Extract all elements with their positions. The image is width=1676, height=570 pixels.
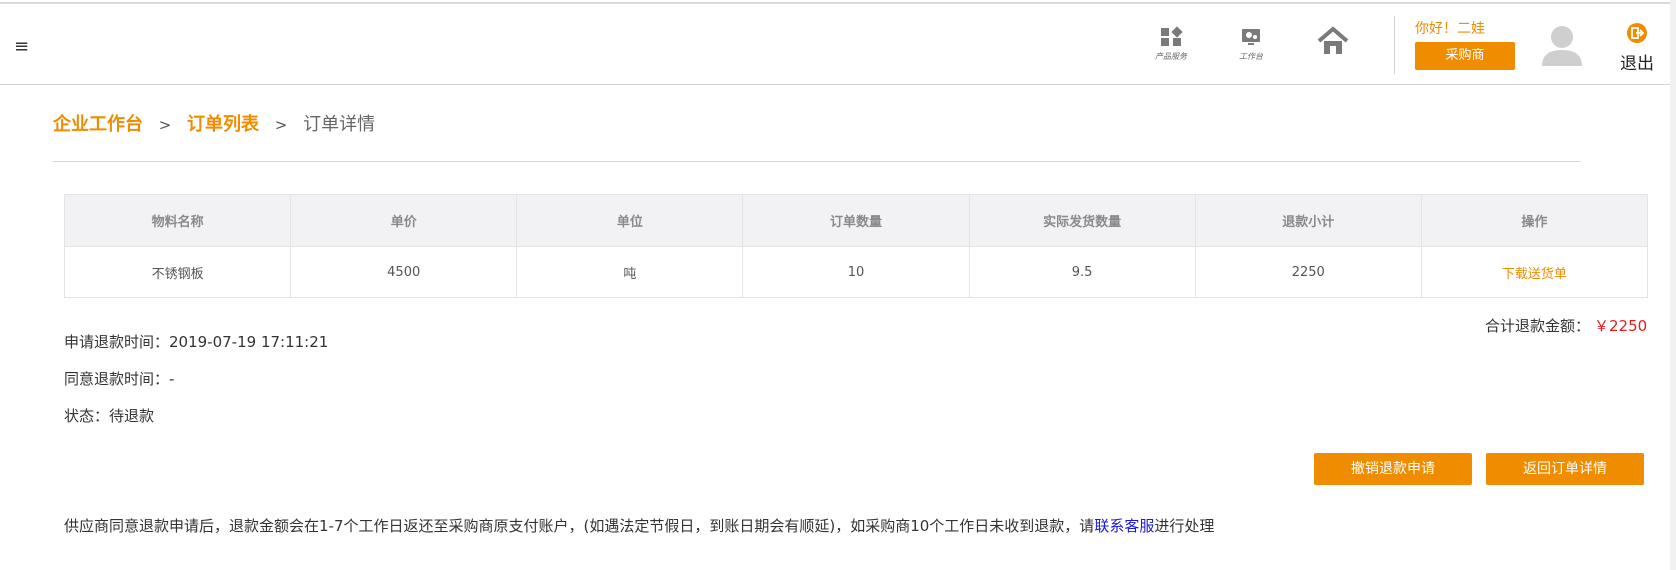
- header-divider: [1394, 16, 1395, 74]
- refund-notice-text: 供应商同意退款申请后，退款金额会在1-7个工作日返还至采购商原支付账户，(如遇法…: [64, 517, 1095, 535]
- breadcrumb-enterprise-workbench[interactable]: 企业工作台: [53, 114, 143, 135]
- download-delivery-note-link[interactable]: 下载送货单: [1420, 246, 1649, 298]
- breadcrumb-order-list[interactable]: 订单列表: [187, 114, 259, 135]
- role-button[interactable]: 采购商: [1415, 42, 1515, 70]
- top-header: ≡ 产品服务 工作台 你好！二娃 采购商 退出: [0, 4, 1676, 85]
- col-unit-price: 单价: [290, 194, 518, 247]
- apply-refund-time: 申请退款时间：2019-07-19 17:11:21: [64, 333, 329, 351]
- col-refund-subtotal: 退款小计: [1194, 194, 1422, 247]
- breadcrumb: 企业工作台 > 订单列表 > 订单详情: [53, 110, 375, 136]
- cell-order-quantity: 10: [742, 246, 970, 298]
- breadcrumb-separator: >: [274, 116, 288, 134]
- nav-workbench[interactable]: 工作台: [1225, 26, 1277, 66]
- nav-product-services-label: 产品服务: [1155, 52, 1187, 61]
- col-material-name: 物料名称: [63, 194, 292, 247]
- table-row: 不锈钢板 4500 吨 10 9.5 2250 下载送货单: [63, 246, 1649, 298]
- breadcrumb-separator: >: [158, 116, 172, 134]
- page-scrollbar[interactable]: [1670, 0, 1676, 570]
- breadcrumb-divider: [53, 161, 1581, 162]
- cell-unit: 吨: [516, 246, 744, 298]
- hamburger-icon[interactable]: ≡: [14, 36, 29, 57]
- logout-icon: [1627, 23, 1647, 43]
- back-to-order-detail-button[interactable]: 返回订单详情: [1486, 453, 1644, 485]
- greeting-text: 你好！二娃: [1415, 21, 1485, 37]
- refund-total-label: 合计退款金额：: [1485, 317, 1591, 335]
- cancel-refund-button[interactable]: 撤销退款申请: [1314, 453, 1472, 485]
- user-avatar-icon[interactable]: [1541, 24, 1583, 68]
- refund-status: 状态：待退款: [64, 407, 155, 425]
- logout-label: 退出: [1620, 54, 1654, 74]
- col-unit: 单位: [516, 194, 744, 247]
- breadcrumb-order-detail: 订单详情: [303, 114, 376, 135]
- contact-support-link[interactable]: 联系客服: [1094, 517, 1154, 535]
- logout-button[interactable]: 退出: [1617, 22, 1657, 74]
- cell-shipped-quantity: 9.5: [968, 246, 1196, 298]
- cell-material-name: 不锈钢板: [63, 246, 292, 298]
- cell-unit-price: 4500: [290, 246, 518, 298]
- refund-notice-suffix: 进行处理: [1154, 517, 1215, 535]
- table-header-row: 物料名称 单价 单位 订单数量 实际发货数量 退款小计 操作: [63, 194, 1649, 247]
- home-icon: [1317, 26, 1349, 54]
- col-order-quantity: 订单数量: [742, 194, 970, 247]
- refund-notice: 供应商同意退款申请后，退款金额会在1-7个工作日返还至采购商原支付账户，(如遇法…: [64, 515, 1214, 536]
- col-operation: 操作: [1420, 194, 1649, 247]
- refund-total: 合计退款金额： ￥2250: [1485, 315, 1647, 336]
- workbench-icon: [1242, 29, 1260, 45]
- col-shipped-quantity: 实际发货数量: [968, 194, 1196, 247]
- refund-total-amount: ￥2250: [1594, 317, 1648, 335]
- agree-refund-time: 同意退款时间：-: [64, 370, 175, 388]
- order-items-table: 物料名称 单价 单位 订单数量 实际发货数量 退款小计 操作 不锈钢板 4500…: [63, 194, 1649, 298]
- cell-refund-subtotal: 2250: [1194, 246, 1422, 298]
- grid-icon: [1161, 26, 1183, 46]
- nav-home[interactable]: [1307, 26, 1359, 66]
- nav-workbench-label: 工作台: [1239, 52, 1263, 61]
- nav-product-services[interactable]: 产品服务: [1145, 26, 1197, 66]
